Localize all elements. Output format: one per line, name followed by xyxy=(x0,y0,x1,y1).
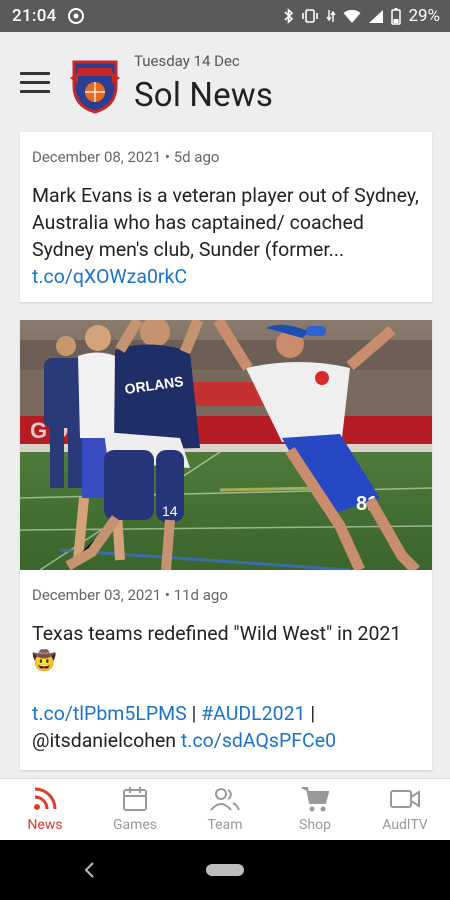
home-button[interactable] xyxy=(206,864,244,876)
post-body: Mark Evans is a veteran player out of Sy… xyxy=(32,184,419,261)
hamburger-icon xyxy=(20,72,50,75)
nav-team[interactable]: Team xyxy=(180,779,270,841)
nav-news[interactable]: News xyxy=(0,779,90,841)
nav-shop[interactable]: Shop xyxy=(270,779,360,841)
bottom-navigation: News Games Team Shop AudlTV xyxy=(0,778,450,841)
menu-button[interactable] xyxy=(20,72,50,96)
hashtag-link[interactable]: #AUDL2021 xyxy=(201,702,305,725)
separator: | xyxy=(305,702,316,725)
post-photo[interactable]: GO INA ORLANS 14 81 xyxy=(20,320,432,570)
status-icons: 29% xyxy=(284,6,440,26)
nav-label: Shop xyxy=(299,817,331,833)
team-logo-icon xyxy=(70,60,120,114)
wifi-icon xyxy=(343,9,361,23)
post-link[interactable]: t.co/qXOWza0rkC xyxy=(32,265,187,288)
nav-label: Games xyxy=(112,817,158,833)
nav-audltv[interactable]: AudlTV xyxy=(360,779,450,841)
signal-icon xyxy=(369,9,384,23)
back-icon[interactable] xyxy=(80,860,100,880)
post-meta: December 03, 2021 • 11d ago xyxy=(32,586,228,604)
calendar-icon xyxy=(123,787,147,811)
post-body: Texas teams redefined "Wild West" in 202… xyxy=(32,622,402,672)
svg-text:14: 14 xyxy=(162,503,178,519)
cart-icon xyxy=(302,787,330,812)
battery-icon xyxy=(391,7,402,25)
page-title: Sol News xyxy=(134,76,274,115)
rss-icon xyxy=(34,787,57,810)
post-link[interactable]: t.co/sdAQsPFCe0 xyxy=(181,729,336,752)
nav-label: News xyxy=(27,817,63,833)
battery-percent: 29% xyxy=(408,6,440,26)
user-handle[interactable]: @itsdanielcohen xyxy=(32,729,181,752)
post-meta: December 08, 2021 • 5d ago xyxy=(32,148,220,166)
post-links: t.co/tlPbm5LPMS | #AUDL2021 | @itsdaniel… xyxy=(32,700,422,754)
vibrate-icon xyxy=(302,9,319,23)
news-card[interactable]: December 08, 2021 • 5d ago Mark Evans is… xyxy=(20,132,432,302)
nav-games[interactable]: Games xyxy=(90,779,180,841)
post-link[interactable]: t.co/tlPbm5LPMS xyxy=(32,702,187,725)
post-text: Texas teams redefined "Wild West" in 202… xyxy=(32,620,422,674)
bluetooth-icon xyxy=(284,8,294,24)
nav-label: Team xyxy=(207,817,243,833)
nav-label: AudlTV xyxy=(382,817,428,833)
news-card[interactable]: GO INA ORLANS 14 81 xyxy=(20,320,432,770)
status-bar: 21:04 29% xyxy=(0,0,450,32)
data-icon xyxy=(326,10,337,22)
sync-icon xyxy=(67,8,84,24)
status-time: 21:04 xyxy=(12,6,57,26)
separator: | xyxy=(186,702,202,725)
post-text: Mark Evans is a veteran player out of Sy… xyxy=(32,182,422,290)
app-header: Tuesday 14 Dec Sol News xyxy=(0,32,450,132)
header-date: Tuesday 14 Dec xyxy=(134,52,240,70)
team-icon xyxy=(210,788,240,811)
video-icon xyxy=(390,790,420,808)
system-navigation-bar xyxy=(0,840,450,900)
